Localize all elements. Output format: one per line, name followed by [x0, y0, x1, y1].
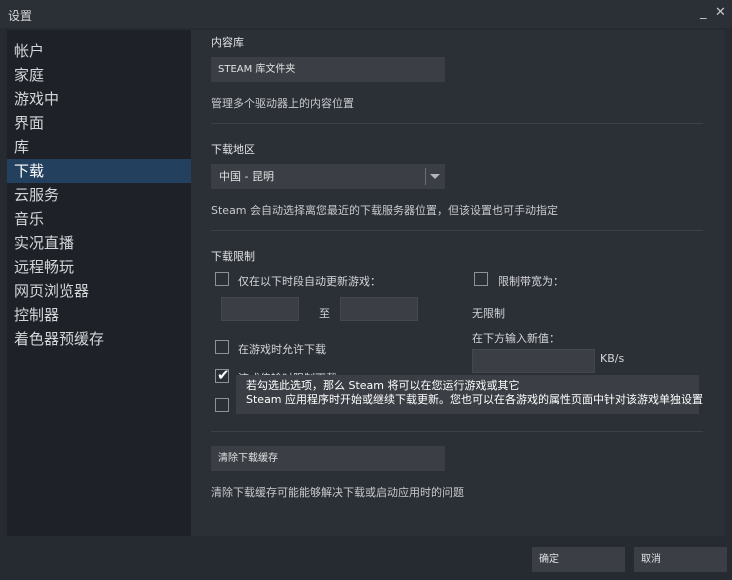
sidebar-item-controller[interactable]: 控制器	[7, 303, 191, 327]
sidebar-item-family[interactable]: 家庭	[7, 63, 191, 87]
time-separator: 至	[319, 307, 330, 320]
dropdown-separator	[425, 168, 426, 185]
bandwidth-limit-input[interactable]	[472, 349, 595, 373]
limit-bandwidth-label: 限制带宽为：	[498, 275, 564, 288]
sidebar-item-account[interactable]: 帐户	[7, 39, 191, 63]
tooltip-line-2: Steam 应用程序时开始或继续下载更新。您也可以在各游戏的属性页面中针对该游戏…	[246, 393, 704, 406]
sidebar-item-library[interactable]: 库	[7, 135, 191, 159]
settings-content: 内容库 STEAM 库文件夹 管理多个驱动器上的内容位置 下载地区 中国 - 昆…	[191, 30, 725, 536]
auto-update-start-time[interactable]	[221, 297, 299, 321]
sidebar-item-shader-cache[interactable]: 着色器预缓存	[7, 327, 191, 351]
download-option-checkbox[interactable]	[215, 398, 229, 412]
enter-new-value-label: 在下方输入新值：	[472, 332, 560, 345]
divider	[211, 230, 703, 231]
throttle-streaming-checkbox[interactable]: ✔	[215, 366, 230, 384]
sidebar-item-music[interactable]: 音乐	[7, 207, 191, 231]
tooltip: 若勾选此选项，那么 Steam 将可以在您运行游戏或其它 Steam 应用程序时…	[236, 375, 704, 414]
ok-button[interactable]: 确定	[532, 547, 625, 572]
clear-cache-description: 清除下载缓存可能能够解决下载或启动应用时的问题	[211, 486, 464, 499]
download-region-title: 下载地区	[211, 143, 255, 156]
limit-bandwidth-checkbox[interactable]	[474, 272, 488, 286]
sidebar-item-web-browser[interactable]: 网页浏览器	[7, 279, 191, 303]
steam-library-folders-button[interactable]: STEAM 库文件夹	[211, 57, 445, 82]
clear-download-cache-button[interactable]: 清除下载缓存	[211, 446, 445, 471]
download-region-select[interactable]: 中国 - 昆明	[211, 164, 445, 189]
content-library-title: 内容库	[211, 36, 244, 49]
title-bar: 设置 _ ✕	[0, 0, 732, 28]
sidebar-item-cloud[interactable]: 云服务	[7, 183, 191, 207]
checkmark-icon: ✔	[217, 366, 230, 384]
no-limit-text: 无限制	[472, 307, 505, 320]
download-limits-title: 下载限制	[211, 250, 255, 263]
auto-update-end-time[interactable]	[340, 297, 418, 321]
chevron-down-icon	[430, 174, 440, 179]
divider	[211, 431, 703, 432]
auto-update-checkbox[interactable]	[215, 272, 229, 286]
tooltip-line-1: 若勾选此选项，那么 Steam 将可以在您运行游戏或其它	[246, 379, 520, 392]
sidebar-item-remote-play[interactable]: 远程畅玩	[7, 255, 191, 279]
window-title: 设置	[8, 9, 33, 23]
allow-in-game-checkbox[interactable]	[215, 340, 229, 354]
sidebar-item-downloads[interactable]: 下载	[7, 159, 191, 183]
cancel-button[interactable]: 取消	[634, 547, 727, 572]
bandwidth-unit: KB/s	[600, 352, 625, 365]
sidebar-item-interface[interactable]: 界面	[7, 111, 191, 135]
divider	[211, 123, 703, 124]
allow-in-game-label: 在游戏时允许下载	[238, 343, 326, 356]
content-library-description: 管理多个驱动器上的内容位置	[211, 97, 354, 110]
settings-sidebar: 帐户 家庭 游戏中 界面 库 下载 云服务 音乐 实况直播 远程畅玩 网页浏览器…	[7, 30, 191, 536]
sidebar-item-in-game[interactable]: 游戏中	[7, 87, 191, 111]
download-region-description: Steam 会自动选择离您最近的下载服务器位置，但该设置也可手动指定	[211, 204, 559, 217]
close-icon[interactable]: ✕	[715, 5, 726, 20]
minimize-icon[interactable]: _	[700, 5, 707, 20]
download-region-value: 中国 - 昆明	[219, 170, 274, 183]
auto-update-label: 仅在以下时段自动更新游戏：	[238, 275, 381, 288]
sidebar-item-broadcasting[interactable]: 实况直播	[7, 231, 191, 255]
